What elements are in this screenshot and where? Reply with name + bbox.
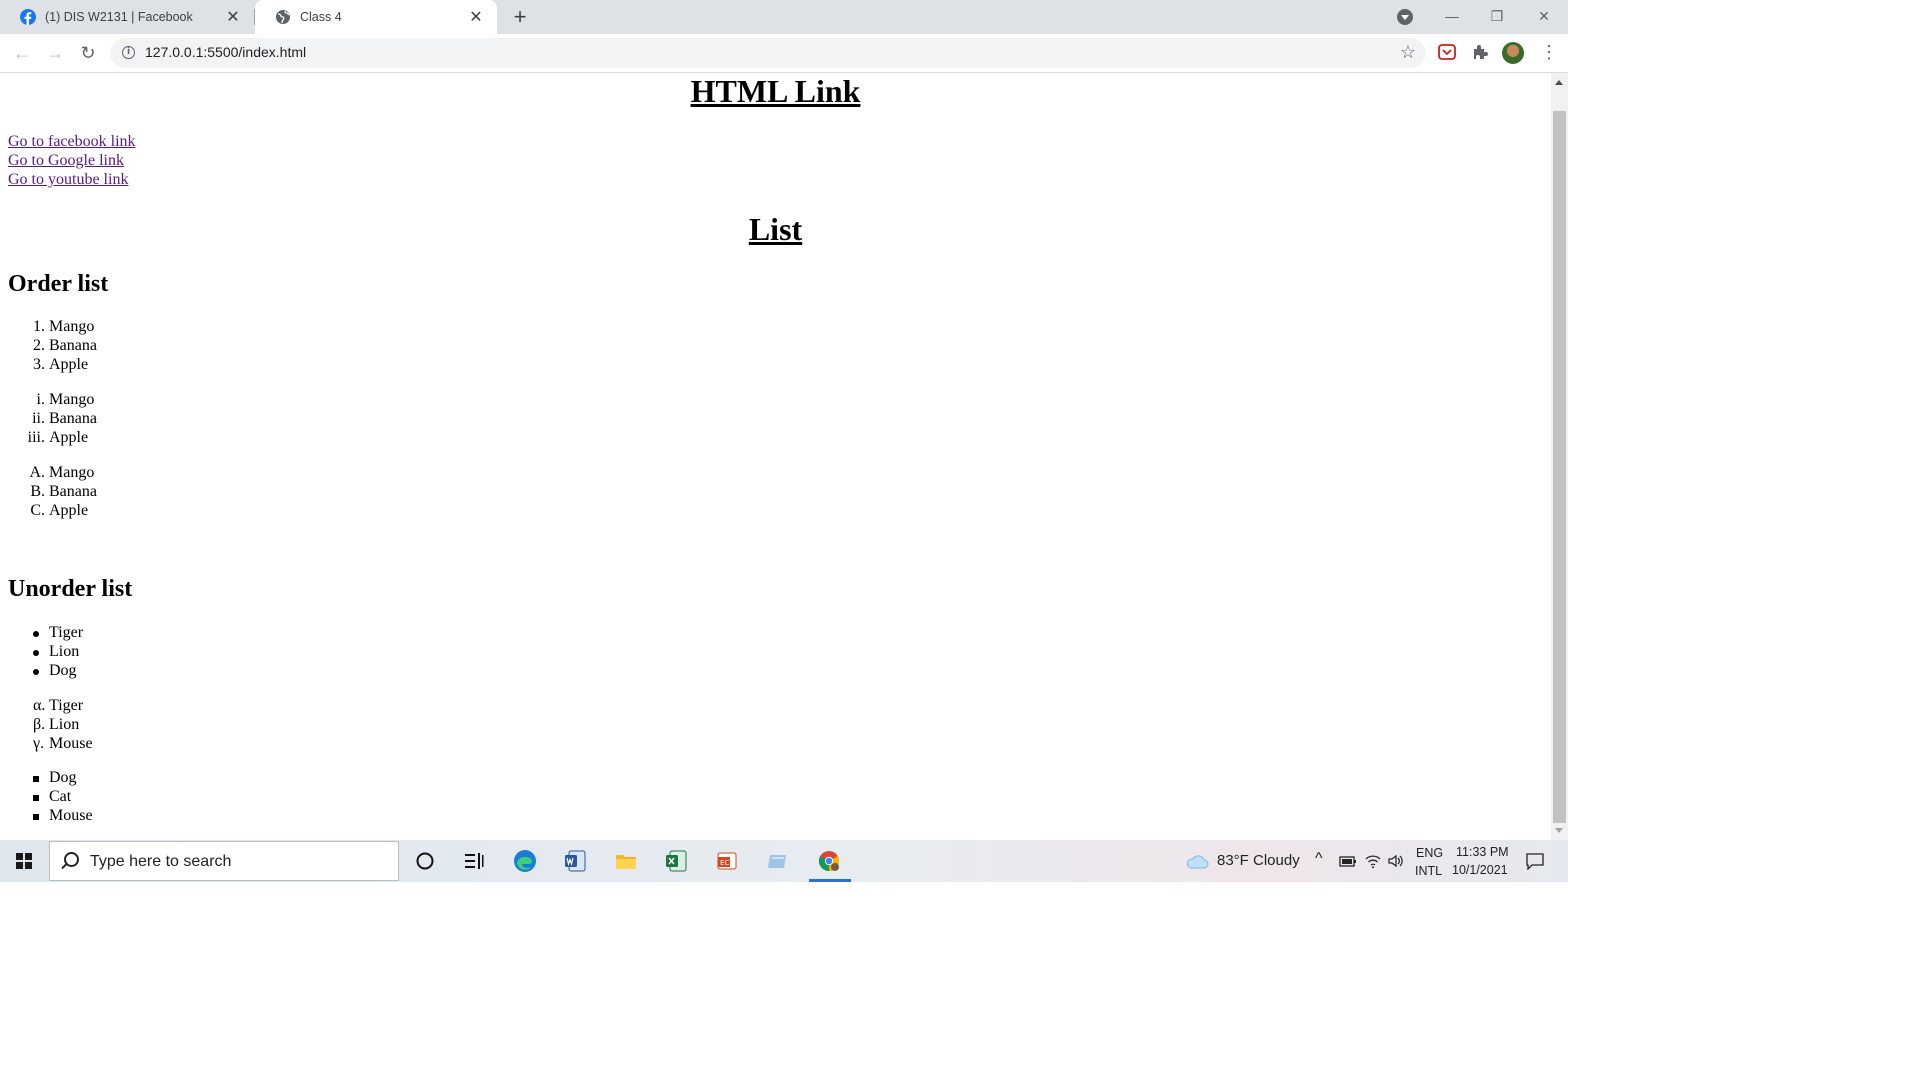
scroll-up-icon[interactable] [1555, 80, 1563, 85]
list-item: A. Mango [29, 464, 95, 481]
tab-facebook[interactable]: (1) DIS W2131 | Facebook ✕ [0, 0, 254, 34]
ordered-list-roman: i. Mango ii. Banana iii. Apple [0, 391, 97, 447]
menu-kebab-icon[interactable]: ⋮ [1540, 42, 1558, 64]
clock-time[interactable]: 11:33 PM [1456, 845, 1509, 859]
active-app-indicator [809, 879, 851, 882]
unorder-list-heading: Unorder list [8, 576, 133, 602]
battery-icon[interactable] [1339, 854, 1357, 868]
excel-icon[interactable] [664, 849, 688, 873]
cortana-icon[interactable] [413, 849, 437, 873]
tab-strip: (1) DIS W2131 | Facebook ✕ Class 4 ✕ + —… [0, 0, 1568, 34]
site-info-icon[interactable]: i [122, 46, 135, 59]
list-item: Mouse [0, 807, 93, 826]
unordered-list-disc: Tiger Lion Dog [0, 624, 83, 680]
list-item: γ. Mouse [33, 734, 93, 752]
tab-title: (1) DIS W2131 | Facebook [45, 10, 193, 24]
task-view-icon[interactable] [462, 849, 486, 873]
order-list-heading: Order list [8, 271, 109, 297]
bullet-disc [33, 668, 39, 675]
url-text[interactable]: 127.0.0.1:5500/index.html [145, 44, 306, 60]
unordered-list-square: Dog Cat Mouse [0, 769, 93, 825]
list-item: C. Apple [30, 501, 89, 519]
bullet-square [33, 794, 39, 801]
unordered-list-greek: α. Tiger β. Lion γ. Mouse [0, 697, 93, 753]
keyboard-layout[interactable]: INTL [1415, 864, 1442, 878]
list-item: 3. Apple [33, 355, 89, 373]
close-icon[interactable]: ✕ [467, 7, 485, 27]
search-icon [64, 852, 79, 867]
list-item: α. Tiger [33, 697, 84, 714]
close-icon[interactable]: ✕ [224, 7, 242, 27]
vertical-scrollbar[interactable] [1551, 73, 1568, 840]
pocket-extension-icon[interactable] [1438, 43, 1456, 61]
facebook-icon [20, 9, 36, 25]
file-explorer-icon[interactable] [614, 849, 638, 873]
language-code[interactable]: ENG [1416, 846, 1443, 860]
profile-avatar[interactable] [1502, 42, 1524, 64]
address-bar[interactable]: i 127.0.0.1:5500/index.html ☆ [110, 38, 1426, 68]
ordered-list-decimal: 1. Mango 2. Banana 3. Apple [0, 318, 97, 374]
clock-date[interactable]: 10/1/2021 [1452, 863, 1508, 877]
wifi-icon[interactable] [1364, 853, 1382, 869]
youtube-link[interactable]: Go to youtube link [8, 170, 136, 189]
taskbar-search-box[interactable]: Type here to search [49, 841, 399, 881]
remote-desktop-icon[interactable] [766, 849, 790, 873]
window-close-icon[interactable]: ✕ [1529, 4, 1559, 28]
tab-title: Class 4 [300, 10, 342, 24]
chevron-up-icon[interactable]: ^ [1315, 850, 1323, 868]
list-item: Lion [0, 643, 83, 662]
cloudy-weather-icon[interactable] [1185, 852, 1209, 870]
windows-taskbar: Type here to search EC 83°F Cloudy ^ ENG… [0, 840, 1568, 882]
list-item: B. Banana [30, 482, 97, 500]
browser-toolbar: ← → ↻ i 127.0.0.1:5500/index.html ☆ ⋮ [0, 34, 1568, 73]
facebook-link[interactable]: Go to facebook link [8, 132, 136, 151]
list-title: List [748, 211, 803, 247]
list-item: iii. Apple [27, 428, 89, 446]
scroll-down-icon[interactable] [1555, 828, 1563, 833]
forward-icon[interactable]: → [43, 41, 67, 65]
chrome-icon[interactable] [817, 849, 841, 873]
list-item: Tiger [0, 624, 83, 643]
bookmark-star-icon[interactable]: ☆ [1400, 42, 1416, 63]
list-item: 2. Banana [33, 336, 97, 354]
minimize-icon[interactable]: — [1437, 4, 1467, 28]
tab-search-icon[interactable] [1397, 9, 1413, 25]
list-item: β. Lion [33, 715, 80, 733]
volume-icon[interactable] [1387, 853, 1405, 869]
office-app-icon[interactable]: EC [715, 849, 739, 873]
ordered-list-alpha: A. Mango B. Banana C. Apple [0, 464, 97, 520]
list-item: i. Mango [36, 391, 95, 408]
bullet-disc [33, 649, 39, 656]
extensions-puzzle-icon[interactable] [1471, 43, 1489, 61]
restore-icon[interactable]: ❐ [1482, 4, 1512, 28]
google-link[interactable]: Go to Google link [8, 151, 136, 170]
scrollbar-thumb[interactable] [1553, 111, 1566, 823]
bullet-square [33, 776, 39, 782]
search-placeholder: Type here to search [90, 853, 232, 870]
notification-icon[interactable] [1525, 852, 1545, 870]
bullet-disc [33, 631, 39, 637]
link-list: Go to facebook link Go to Google link Go… [8, 132, 136, 189]
svg-text:EC: EC [720, 859, 729, 867]
list-item: Cat [0, 788, 93, 807]
new-tab-button[interactable]: + [508, 5, 532, 29]
page-title: HTML Link [690, 73, 861, 109]
page-viewport: HTML Link Go to facebook link Go to Goog… [0, 73, 1551, 840]
windows-start-icon[interactable] [16, 853, 32, 869]
tab-class-4[interactable]: Class 4 ✕ [255, 0, 497, 34]
list-item: Dog [0, 769, 93, 788]
globe-icon [276, 10, 290, 24]
weather-text[interactable]: 83°F Cloudy [1217, 852, 1300, 869]
word-icon[interactable] [563, 849, 587, 873]
list-item: Dog [0, 662, 83, 681]
bullet-square [33, 813, 39, 820]
list-item: 1. Mango [33, 318, 95, 335]
back-icon[interactable]: ← [10, 41, 34, 65]
list-item: ii. Banana [32, 409, 97, 427]
edge-icon[interactable] [513, 849, 537, 873]
reload-icon[interactable]: ↻ [76, 41, 100, 65]
